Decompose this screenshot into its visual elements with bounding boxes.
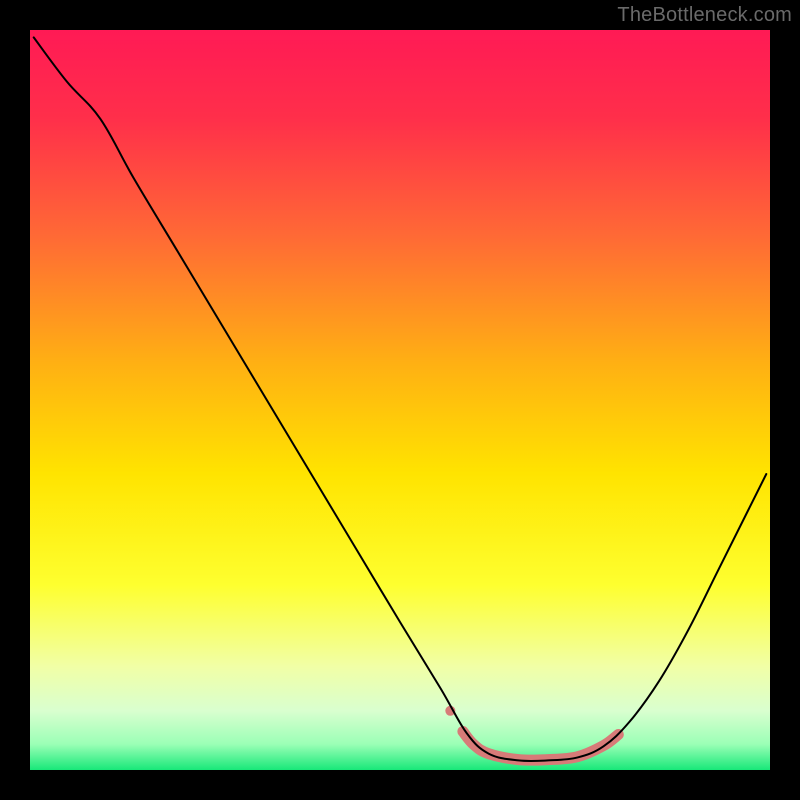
watermark-text: TheBottleneck.com [617,4,792,27]
chart-container: TheBottleneck.com [0,0,800,800]
bottleneck-chart [0,0,800,800]
plot-background [30,30,770,770]
